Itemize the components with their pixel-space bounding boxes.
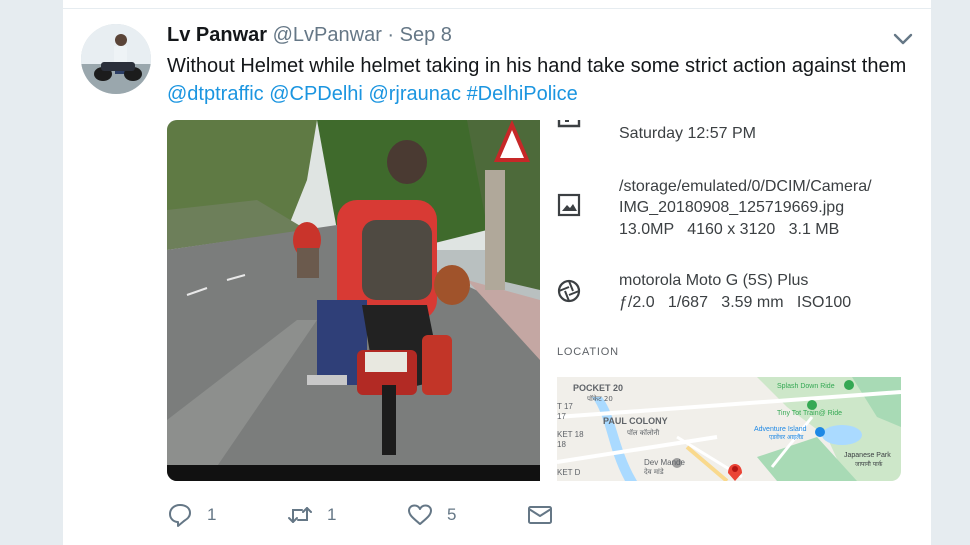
map-label-paul-colony-hi: पॉल कॉलोनी	[627, 428, 659, 437]
like-count: 5	[447, 505, 457, 524]
avatar-image	[81, 24, 151, 94]
image-file-icon	[557, 193, 581, 217]
reply-icon	[169, 504, 191, 527]
map-label-splash: Splash Down Ride	[777, 383, 835, 390]
map-label-japanese-park: Japanese Park	[844, 452, 891, 459]
photo-info-panel: Saturday 12:57 PM /storage/emulated/0/DC…	[540, 120, 901, 481]
map-label-ket18b: 18	[557, 440, 566, 449]
reply-count: 1	[207, 505, 217, 524]
map-label-dev-mande: Dev Mande	[644, 458, 685, 467]
divider	[63, 8, 931, 9]
tweet-date[interactable]: Sep 8	[400, 24, 452, 46]
tweet-body: Without Helmet while helmet taking in hi…	[167, 55, 907, 77]
map-label-t17: T 17	[557, 402, 573, 411]
map-label-ket18: KET 18	[557, 430, 584, 439]
map-label-ket-d: KET D	[557, 468, 581, 477]
map-label-adventure: Adventure Island	[754, 426, 807, 433]
author-name[interactable]: Lv Panwar	[167, 24, 267, 46]
like-button[interactable]: 5	[407, 500, 456, 530]
file-meta: 13.0MP 4160 x 3120 3.1 MB	[619, 221, 840, 238]
map-label-adventure-hi: एडवेंचर आइलैंड	[769, 433, 804, 441]
map-label-t17b: 17	[557, 412, 566, 421]
direct-message-button[interactable]	[527, 500, 553, 530]
hashtag-delhipolice[interactable]: #DelhiPolice	[467, 83, 578, 105]
camera-model: motorola Moto G (5S) Plus	[619, 272, 809, 289]
retweet-icon	[288, 507, 312, 523]
file-name: IMG_20180908_125719669.jpg	[619, 199, 845, 216]
map-label-dev-mande-hi: देव मांडे	[644, 467, 664, 476]
mention-rjraunac[interactable]: @rjraunac	[368, 83, 461, 105]
camera-meta: ƒ/2.0 1/687 3.59 mm ISO100	[619, 294, 852, 311]
chevron-down-icon[interactable]	[891, 30, 915, 48]
file-path: /storage/emulated/0/DCIM/Camera/	[619, 178, 872, 195]
envelope-icon	[528, 506, 552, 524]
map-label-pocket-hi: पॉकेट 20	[587, 394, 613, 403]
map-label-japanese-park-hi: जापानी पार्क	[855, 460, 883, 468]
retweet-count: 1	[327, 505, 337, 524]
avatar[interactable]	[81, 24, 151, 94]
tweet-media[interactable]: Saturday 12:57 PM /storage/emulated/0/DC…	[167, 120, 901, 481]
location-map[interactable]: POCKET 20 पॉकेट 20 T 17 17 PAUL COLONY प…	[557, 377, 901, 481]
reply-button[interactable]: 1	[167, 500, 216, 530]
mention-dtptraffic[interactable]: @dtptraffic	[167, 83, 264, 105]
mention-cpdelhi[interactable]: @CPDelhi	[269, 83, 363, 105]
photo-datetime: Saturday 12:57 PM	[619, 125, 756, 142]
map-label-pocket: POCKET 20	[573, 383, 623, 393]
street-photo-image[interactable]	[167, 120, 540, 481]
author-handle[interactable]: @LvPanwar	[273, 24, 382, 46]
calendar-icon	[557, 120, 581, 128]
tweet-card[interactable]: Lv Panwar @LvPanwar · Sep 8 Without Helm…	[62, 0, 932, 545]
camera-aperture-icon	[557, 279, 581, 303]
heart-icon	[408, 504, 432, 525]
tweet-actions: 1 1 5	[167, 500, 587, 530]
tweet-header: Lv Panwar @LvPanwar · Sep 8	[167, 24, 452, 47]
tweet-text: Without Helmet while helmet taking in hi…	[167, 52, 907, 108]
map-label-paul-colony: PAUL COLONY	[603, 416, 668, 426]
header-separator: ·	[381, 24, 400, 46]
retweet-button[interactable]: 1	[287, 500, 336, 530]
map-label-tiny-tot: Tiny Tot Train@ Ride	[777, 410, 842, 417]
location-label: LOCATION	[557, 346, 619, 358]
